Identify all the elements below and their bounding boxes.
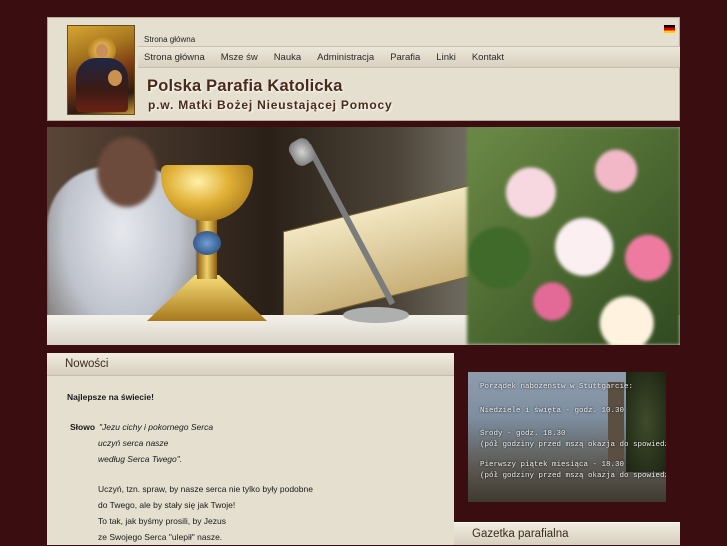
site-title: Polska Parafia Katolicka (147, 77, 343, 95)
nav-item-nauka[interactable]: Nauka (266, 52, 309, 63)
robe-shape (76, 58, 128, 112)
nav-item-administracja[interactable]: Administracja (309, 52, 382, 63)
church-tower-shape (608, 382, 624, 462)
quote-line: uczyń serca nasze (98, 438, 169, 448)
banner-image (47, 127, 680, 345)
microphone-icon (285, 135, 319, 169)
face-shape (96, 44, 108, 58)
slowo-label: Słowo (70, 422, 96, 432)
schedule-image[interactable]: Porządek nabożeństw w Stuttgarcie: Niedz… (468, 372, 666, 502)
paragraph-line: Uczyń, tzn. spraw, by nasze serca nie ty… (98, 484, 313, 494)
icon-image[interactable] (67, 25, 135, 115)
news-section: Nowości Najlepsze na świecie! Słowo "Jez… (47, 353, 454, 545)
banner-head-shape (97, 137, 157, 207)
microphone-base-shape (343, 307, 409, 323)
nav-item-msze[interactable]: Msze św (213, 52, 266, 63)
site-subtitle: p.w. Matki Bożej Nieustającej Pomocy (148, 98, 393, 112)
news-heading: Nowości (47, 353, 454, 376)
paragraph-line: ze Swojego Serca "ulepił" nasze. (98, 532, 223, 542)
nav-item-strona-glowna[interactable]: Strona główna (138, 52, 213, 63)
breadcrumb: Strona główna (144, 35, 196, 44)
schedule-line: Niedziele i święta - godz. 10.30 (480, 407, 625, 415)
main-nav: Strona główna Msze św Nauka Administracj… (138, 46, 680, 68)
nav-item-linki[interactable]: Linki (428, 52, 464, 63)
page-wrapper: Strona główna Strona główna Msze św Nauk… (47, 17, 680, 545)
site-header: Strona główna Strona główna Msze św Nauk… (47, 17, 680, 121)
quote-line: "Jezu cichy i pokornego Serca (99, 422, 214, 432)
chalice-knob-shape (193, 231, 221, 255)
news-body: Najlepsze na świecie! Słowo "Jezu cichy … (47, 376, 454, 542)
banner-flowers-shape (467, 127, 680, 345)
paragraph-line: do Twego, ale by stały się jak Twoje! (98, 500, 236, 510)
schedule-line: Pierwszy piątek miesiąca - 18.30 (480, 461, 625, 469)
paragraph-line: To tak, jak byśmy prosili, by Jezus (98, 516, 227, 526)
schedule-line: (pół godziny przed mszą okazja do spowie… (480, 441, 666, 449)
quote-line: według Serca Twego". (98, 454, 183, 464)
news-lead: Najlepsze na świecie! (67, 392, 154, 402)
schedule-line: (pół godziny przed mszą okazja do spowie… (480, 472, 666, 480)
german-flag-icon[interactable] (664, 25, 675, 33)
nav-item-parafia[interactable]: Parafia (382, 52, 428, 63)
nav-item-kontakt[interactable]: Kontakt (464, 52, 512, 63)
gazetka-heading[interactable]: Gazetka parafialna (454, 522, 680, 545)
schedule-line: Porządek nabożeństw w Stuttgarcie: (480, 383, 634, 391)
sidebar: Porządek nabożeństw w Stuttgarcie: Niedz… (454, 353, 680, 545)
schedule-line: Środy - godz. 18.30 (480, 430, 566, 438)
child-shape (108, 70, 122, 86)
